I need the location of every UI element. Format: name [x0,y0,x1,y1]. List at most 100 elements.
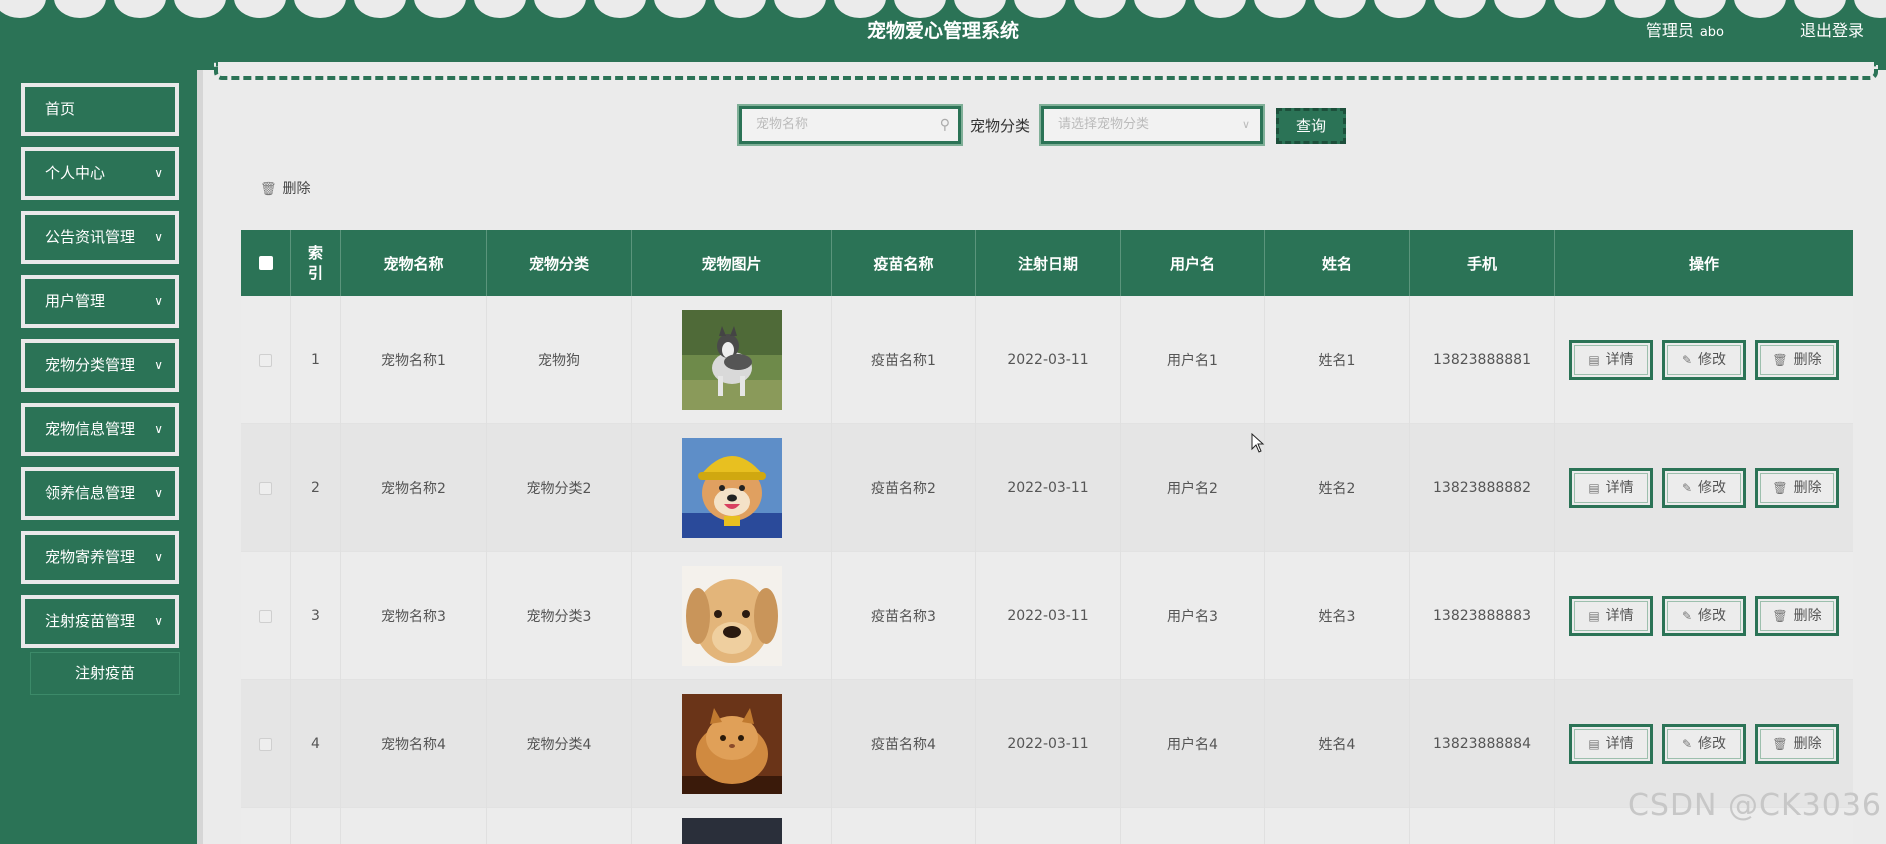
persian-cat-photo[interactable] [681,694,782,794]
sidebar-item-label: 注射疫苗管理 [45,612,136,630]
delete-button[interactable]: 🗑 删除 [1755,724,1839,764]
table-row: 4 宠物名称4 宠物分类4 疫苗名称4 2022-03-11 用户名4 姓名4 … [241,680,1853,808]
injection-date-cell: 2022-03-11 [976,296,1121,424]
row-checkbox[interactable] [259,737,272,751]
trash-icon: 🗑 [260,182,277,197]
sidebar-item-pet-info[interactable]: 宠物信息管理 ∨ [21,403,179,456]
row-checkbox[interactable] [259,609,272,623]
sidebar-item-label: 公告资讯管理 [45,228,136,246]
column-header: 姓名 [1265,230,1410,296]
category-cell: 宠物分类3 [487,552,632,680]
edit-label: 修改 [1698,608,1727,624]
chevron-down-icon: ∨ [1241,118,1250,131]
pencil-icon: ✎ [1681,353,1693,367]
row-checkbox[interactable] [259,481,272,495]
sidebar-item-home[interactable]: 首页 [21,83,179,136]
partial-pet-photo[interactable] [681,818,782,844]
sidebar-item-vaccination[interactable]: 注射疫苗管理 ∨ [21,595,179,648]
pet-name-cell: 宠物名称4 [341,680,487,808]
logout-link[interactable]: 退出登录 [1800,17,1864,41]
search-placeholder: 宠物名称 [756,117,809,132]
pencil-icon: ✎ [1681,737,1693,751]
actions-cell: ▤ 详情 ✎ 修改 🗑 删除 [1555,424,1853,552]
trash-icon: 🗑 [1772,481,1788,495]
detail-label: 详情 [1605,352,1634,368]
detail-label: 详情 [1605,608,1634,624]
delete-button[interactable]: 🗑 删除 [1755,340,1839,380]
vaccine-name-cell [832,808,976,844]
column-header: 索引 [291,230,341,296]
index-cell: 1 [291,296,341,424]
real-name-cell: 姓名3 [1265,552,1410,680]
pet-image-cell [632,424,832,552]
column-header: 操作 [1688,254,1719,273]
vaccine-name-cell: 疫苗名称2 [832,424,976,552]
chevron-down-icon: ∨ [154,486,163,500]
sidebar-item-label: 个人中心 [45,164,106,182]
row-checkbox[interactable] [259,353,272,367]
delete-label: 删除 [1793,480,1822,496]
pencil-icon: ✎ [1681,481,1693,495]
row-select-cell [241,552,291,680]
select-all-cell [241,230,291,296]
select-all-checkbox[interactable] [258,256,273,270]
husky-photo[interactable] [681,310,782,410]
sidebar-subitem-vaccinate[interactable]: 注射疫苗 [30,652,180,695]
detail-button[interactable]: ▤ 详情 [1569,468,1653,508]
row-select-cell [241,424,291,552]
edit-label: 修改 [1698,480,1727,496]
sidebar-item-adoption[interactable]: 领养信息管理 ∨ [21,467,179,520]
actions-cell: ▤ 详情 ✎ 修改 🗑 删除 [1555,552,1853,680]
bulk-delete-button[interactable]: 🗑 删除 [260,178,311,198]
sidebar-item-label: 领养信息管理 [45,484,136,502]
table-row [241,808,1853,844]
sidebar-item-foster[interactable]: 宠物寄养管理 ∨ [21,531,179,584]
shiba-hat-photo[interactable] [681,438,782,538]
table-row: 3 宠物名称3 宠物分类3 疫苗名称3 2022-03-11 用户名3 姓名3 … [241,552,1853,680]
query-button[interactable]: 查询 [1276,108,1346,144]
category-filter-label: 宠物分类 [970,117,1031,135]
edit-button[interactable]: ✎ 修改 [1662,340,1746,380]
phone-cell: 13823888881 [1410,296,1555,424]
detail-button[interactable]: ▤ 详情 [1569,340,1653,380]
detail-button[interactable]: ▤ 详情 [1569,724,1653,764]
phone-cell: 13823888884 [1410,680,1555,808]
detail-label: 详情 [1605,736,1634,752]
category-select[interactable]: 请选择宠物分类 ∨ [1039,104,1265,146]
sidebar-item-label: 宠物信息管理 [45,420,136,438]
pet-name-search-input[interactable]: 宠物名称 ⚲ [737,104,963,146]
username-cell: 用户名1 [1121,296,1265,424]
delete-label: 删除 [1793,736,1822,752]
injection-date-cell: 2022-03-11 [976,680,1121,808]
column-header: 注射日期 [976,230,1121,296]
delete-button[interactable]: 🗑 删除 [1755,468,1839,508]
sidebar-item-announcements[interactable]: 公告资讯管理 ∨ [21,211,179,264]
category-placeholder: 请选择宠物分类 [1058,117,1150,132]
table-header: 索引 宠物名称 宠物分类 宠物图片 疫苗名称 注射日期 用户名 姓名 手机 操作 [241,230,1853,296]
injection-date-cell [976,808,1121,844]
category-cell: 宠物分类2 [487,424,632,552]
actions-cell: ▤ 详情 ✎ 修改 🗑 删除 [1555,296,1853,424]
chevron-down-icon: ∨ [154,294,163,308]
sidebar-item-users[interactable]: 用户管理 ∨ [21,275,179,328]
column-header: 宠物名称 [341,230,487,296]
username-cell: 用户名3 [1121,552,1265,680]
edit-button[interactable]: ✎ 修改 [1662,468,1746,508]
real-name-cell: 姓名2 [1265,424,1410,552]
trash-icon: 🗑 [1772,609,1788,623]
detail-button[interactable]: ▤ 详情 [1569,596,1653,636]
sidebar-scrollbar[interactable] [197,70,203,844]
trash-icon: 🗑 [1772,737,1788,751]
delete-button[interactable]: 🗑 删除 [1755,596,1839,636]
phone-cell [1410,808,1555,844]
injection-date-cell: 2022-03-11 [976,552,1121,680]
edit-label: 修改 [1698,352,1727,368]
category-cell: 宠物分类4 [487,680,632,808]
row-select-cell [241,296,291,424]
column-header: 手机 [1410,230,1555,296]
edit-button[interactable]: ✎ 修改 [1662,596,1746,636]
edit-button[interactable]: ✎ 修改 [1662,724,1746,764]
sidebar-item-personal-center[interactable]: 个人中心 ∨ [21,147,179,200]
labrador-photo[interactable] [681,566,782,666]
sidebar-item-pet-categories[interactable]: 宠物分类管理 ∨ [21,339,179,392]
